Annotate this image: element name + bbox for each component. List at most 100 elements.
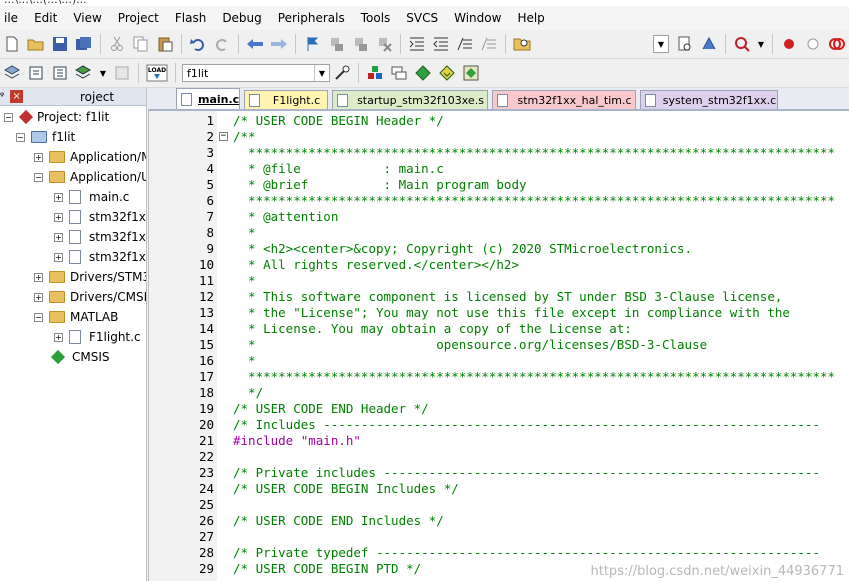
code-line[interactable]: 19 /* USER CODE END Header */ xyxy=(149,401,849,417)
code-line[interactable]: 4 * @file : main.c xyxy=(149,161,849,177)
code-line[interactable]: 21 #include "main.h" xyxy=(149,433,849,449)
bookmark-icon[interactable] xyxy=(302,34,322,54)
code-line[interactable]: 8 * xyxy=(149,225,849,241)
editor-tab[interactable]: F1light.c xyxy=(244,90,328,109)
code-line[interactable]: 3 **************************************… xyxy=(149,145,849,161)
tree-item[interactable]: + F1light.c xyxy=(0,327,146,347)
stop-build-icon[interactable] xyxy=(112,63,132,83)
incremental-find-icon[interactable] xyxy=(699,34,719,54)
menu-help[interactable]: Help xyxy=(509,6,552,30)
new-file-icon[interactable] xyxy=(2,34,22,54)
uncomment-icon[interactable] xyxy=(479,34,499,54)
menu-debug[interactable]: Debug xyxy=(214,6,269,30)
save-all-icon[interactable] xyxy=(74,34,94,54)
tree-item[interactable]: − MATLAB xyxy=(0,307,146,327)
enable-breakpoint-icon[interactable] xyxy=(803,34,823,54)
code-line[interactable]: 17 *************************************… xyxy=(149,369,849,385)
pin-icon[interactable]: ᵠ xyxy=(0,91,4,102)
pack-installer-icon[interactable] xyxy=(413,63,433,83)
tree-item[interactable]: + Application/MDK-ARM xyxy=(0,147,146,167)
code-line[interactable]: 22 xyxy=(149,449,849,465)
expand-icon[interactable]: + xyxy=(54,192,63,202)
code-line[interactable]: 24 /* USER CODE BEGIN Includes */ xyxy=(149,481,849,497)
tree-item[interactable]: − Project: f1lit xyxy=(0,107,146,127)
target-options-icon[interactable] xyxy=(332,63,352,83)
tree-item[interactable]: + stm32f1xx_hal_timebase_tim.c xyxy=(0,247,146,267)
menu-window[interactable]: Window xyxy=(446,6,509,30)
tree-item[interactable]: + stm32f1xx_it.c xyxy=(0,207,146,227)
copy-icon[interactable] xyxy=(131,34,151,54)
collapse-icon[interactable]: − xyxy=(4,112,13,122)
code-line[interactable]: 9 * <h2><center>&copy; Copyright (c) 202… xyxy=(149,241,849,257)
unindent-icon[interactable] xyxy=(431,34,451,54)
code-line[interactable]: 27 xyxy=(149,529,849,545)
find-in-files-icon[interactable] xyxy=(512,34,532,54)
batch-build-icon[interactable] xyxy=(74,63,94,83)
paste-icon[interactable] xyxy=(155,34,175,54)
cut-icon[interactable] xyxy=(107,34,127,54)
tree-item[interactable]: − f1lit xyxy=(0,127,146,147)
find-icon[interactable] xyxy=(675,34,695,54)
code-line[interactable]: 7 * @attention xyxy=(149,209,849,225)
next-bookmark-icon[interactable] xyxy=(350,34,370,54)
debug-session-icon[interactable] xyxy=(732,34,752,54)
menu-peripherals[interactable]: Peripherals xyxy=(270,6,353,30)
menu-file[interactable]: ile xyxy=(0,6,26,30)
expand-icon[interactable]: + xyxy=(54,232,63,242)
comment-icon[interactable] xyxy=(455,34,475,54)
run-time-environment-icon[interactable] xyxy=(461,63,481,83)
rebuild-icon[interactable] xyxy=(50,63,70,83)
menu-project[interactable]: Project xyxy=(110,6,167,30)
find-combo-arrow[interactable]: ▼ xyxy=(653,35,669,53)
editor-tab[interactable]: main.c xyxy=(176,88,240,109)
code-line[interactable]: 15 * opensource.org/licenses/BSD-3-Claus… xyxy=(149,337,849,353)
code-line[interactable]: 28 /* Private typedef -------------------… xyxy=(149,545,849,561)
translate-icon[interactable] xyxy=(2,63,22,83)
code-line[interactable]: 2−/** xyxy=(149,129,849,145)
tree-item[interactable]: + Drivers/STM32F1xx_HAL_Driver xyxy=(0,267,146,287)
expand-icon[interactable]: + xyxy=(54,332,63,342)
target-select[interactable]: f1lit ▼ xyxy=(182,64,330,82)
code-line[interactable]: 13 * the "License"; You may not use this… xyxy=(149,305,849,321)
clear-bookmarks-icon[interactable] xyxy=(374,34,394,54)
code-line[interactable]: 23 /* Private includes ------------------… xyxy=(149,465,849,481)
tree-item[interactable]: CMSIS xyxy=(0,347,146,367)
tree-item[interactable]: + stm32f1xx_hal_msp.c xyxy=(0,227,146,247)
code-line[interactable]: 18 */ xyxy=(149,385,849,401)
batch-dropdown-icon[interactable]: ▼ xyxy=(98,63,108,83)
navigate-forward-icon[interactable] xyxy=(269,34,289,54)
tree-item[interactable]: + Drivers/CMSIS xyxy=(0,287,146,307)
menu-view[interactable]: View xyxy=(65,6,109,30)
code-line[interactable]: 16 * xyxy=(149,353,849,369)
expand-icon[interactable]: + xyxy=(34,272,43,282)
code-line[interactable]: 26 /* USER CODE END Includes */ xyxy=(149,513,849,529)
expand-icon[interactable]: + xyxy=(34,292,43,302)
close-icon[interactable]: × xyxy=(10,90,24,103)
menu-flash[interactable]: Flash xyxy=(167,6,214,30)
prev-bookmark-icon[interactable] xyxy=(326,34,346,54)
collapse-icon[interactable]: − xyxy=(16,132,25,142)
file-extensions-icon[interactable] xyxy=(389,63,409,83)
menu-svcs[interactable]: SVCS xyxy=(398,6,446,30)
code-line[interactable]: 5 * @brief : Main program body xyxy=(149,177,849,193)
tree-item[interactable]: − Application/User xyxy=(0,167,146,187)
open-folder-icon[interactable] xyxy=(26,34,46,54)
code-line[interactable]: 20 /* Includes --------------------------… xyxy=(149,417,849,433)
navigate-back-icon[interactable] xyxy=(245,34,265,54)
code-line[interactable]: 25 xyxy=(149,497,849,513)
code-line[interactable]: 12 * This software component is licensed… xyxy=(149,289,849,305)
redo-icon[interactable] xyxy=(212,34,232,54)
select-software-packs-icon[interactable] xyxy=(437,63,457,83)
kill-breakpoints-icon[interactable] xyxy=(827,34,847,54)
editor-tab[interactable]: startup_stm32f103xe.s xyxy=(332,90,488,109)
undo-icon[interactable] xyxy=(188,34,208,54)
menu-tools[interactable]: Tools xyxy=(353,6,399,30)
fold-toggle-icon[interactable]: − xyxy=(219,132,228,141)
code-editor[interactable]: 1/* USER CODE BEGIN Header */2−/** 3 ****… xyxy=(148,111,849,581)
insert-breakpoint-icon[interactable] xyxy=(779,34,799,54)
code-line[interactable]: 6 **************************************… xyxy=(149,193,849,209)
indent-icon[interactable] xyxy=(407,34,427,54)
manage-components-icon[interactable] xyxy=(365,63,385,83)
debug-dropdown-icon[interactable]: ▼ xyxy=(756,34,766,54)
load-download-icon[interactable]: LOAD xyxy=(145,63,169,83)
